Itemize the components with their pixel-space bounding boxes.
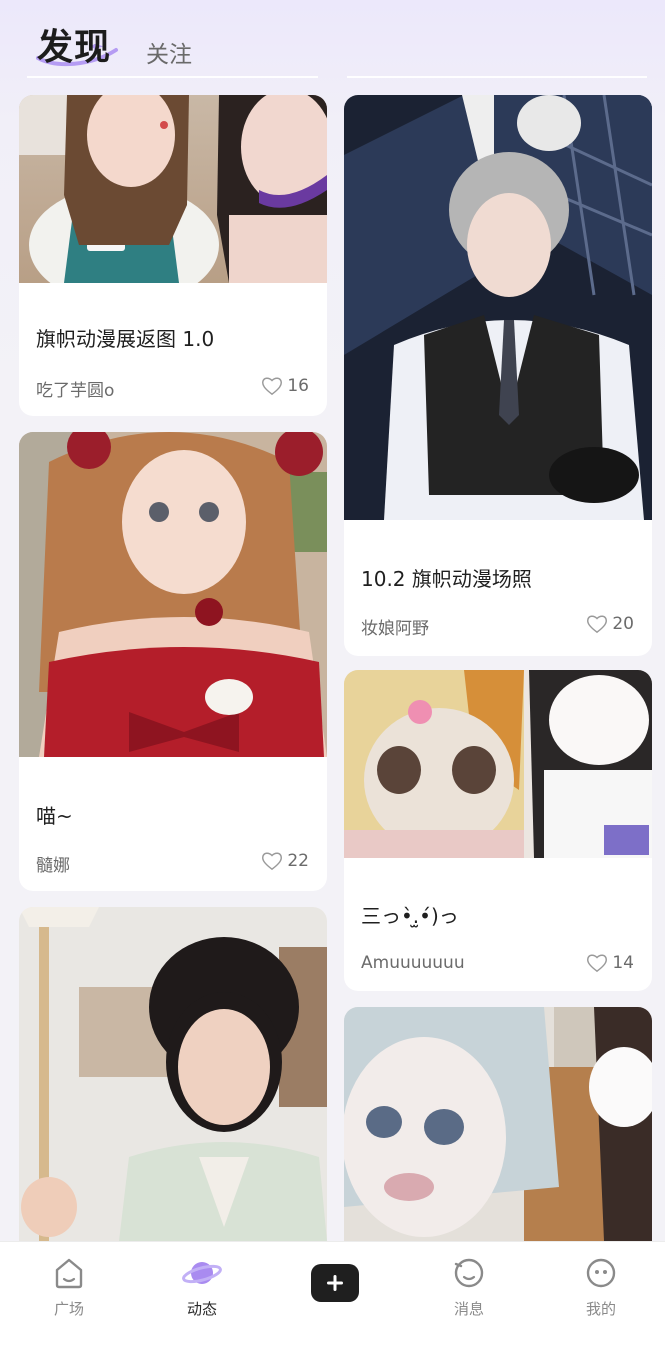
- post-card[interactable]: 10.2 旗帜动漫场照 妆娘阿野 20: [344, 95, 652, 656]
- post-card[interactable]: [344, 1007, 652, 1267]
- chat-face-icon: [454, 1258, 484, 1288]
- like-count: 20: [612, 614, 634, 634]
- post-image[interactable]: [19, 907, 327, 1241]
- nav-label: 我的: [585, 1300, 616, 1318]
- like-button[interactable]: 22: [261, 851, 309, 871]
- profile-face-icon: [586, 1258, 616, 1288]
- post-image[interactable]: [344, 95, 652, 520]
- post-image[interactable]: [344, 1007, 652, 1241]
- heart-icon: [587, 954, 608, 973]
- post-card[interactable]: 三っ•̀.̫•́)っ Amuuuuuuu 14: [344, 670, 652, 991]
- like-button[interactable]: 20: [586, 614, 634, 634]
- heart-icon: [587, 615, 608, 634]
- post-title: 喵~: [36, 804, 73, 828]
- post-author[interactable]: Amuuuuuuu: [361, 953, 465, 973]
- header-divider-left: [27, 76, 318, 78]
- post-image[interactable]: [19, 432, 327, 757]
- tab-following[interactable]: 关注: [146, 35, 192, 69]
- like-count: 16: [287, 376, 309, 396]
- post-title: 10.2 旗帜动漫场照: [361, 567, 532, 591]
- nav-square[interactable]: 广场: [24, 1256, 114, 1319]
- bottom-nav: 广场 动态 消息 我的: [0, 1241, 665, 1352]
- post-image[interactable]: [19, 95, 327, 283]
- heart-icon: [262, 852, 283, 871]
- nav-messages[interactable]: 消息: [424, 1256, 514, 1319]
- post-title: 三っ•̀.̫•́)っ: [361, 904, 459, 928]
- like-button[interactable]: 16: [261, 376, 309, 396]
- like-button[interactable]: 14: [586, 953, 634, 973]
- header-divider-right: [347, 76, 647, 78]
- like-count: 14: [612, 953, 634, 973]
- post-card[interactable]: 喵~ 髓娜 22: [19, 432, 327, 891]
- nav-feed[interactable]: 动态: [157, 1256, 247, 1319]
- like-count: 22: [287, 851, 309, 871]
- house-face-icon: [55, 1258, 83, 1289]
- top-header: 发现 关注: [0, 0, 665, 80]
- heart-icon: [262, 377, 283, 396]
- planet-icon: [182, 1262, 222, 1284]
- create-post-button[interactable]: [311, 1264, 359, 1302]
- post-card[interactable]: [19, 907, 327, 1267]
- nav-label: 动态: [186, 1300, 217, 1318]
- nav-profile[interactable]: 我的: [556, 1256, 646, 1319]
- nav-label: 广场: [53, 1300, 84, 1318]
- post-title: 旗帜动漫展返图 1.0: [36, 327, 215, 351]
- post-card[interactable]: 旗帜动漫展返图 1.0 吃了芋圆o 16: [19, 95, 327, 416]
- tab-discover[interactable]: 发现: [37, 18, 111, 70]
- post-author[interactable]: 髓娜: [36, 851, 70, 876]
- plus-icon: [327, 1275, 343, 1291]
- nav-label: 消息: [453, 1300, 484, 1318]
- post-author[interactable]: 吃了芋圆o: [36, 376, 114, 401]
- post-author[interactable]: 妆娘阿野: [361, 614, 429, 639]
- post-image[interactable]: [344, 670, 652, 858]
